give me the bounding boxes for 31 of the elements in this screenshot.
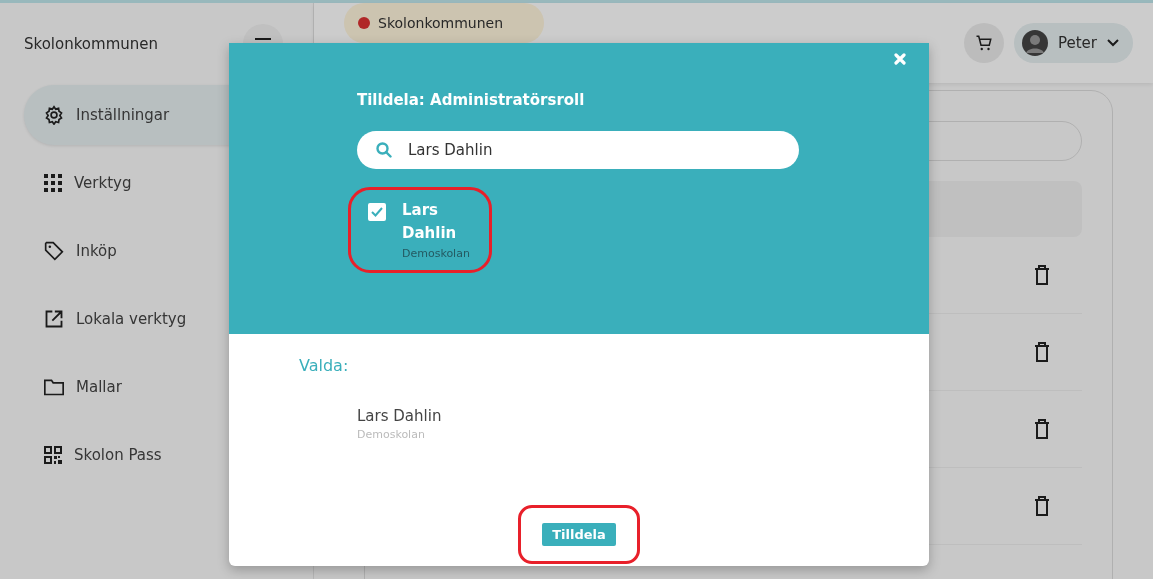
search-field[interactable]: Lars Dahlin (357, 131, 799, 169)
dialog-title: Tilldela: Administratörsroll (357, 91, 585, 109)
sidebar-item[interactable]: Skolon Pass (24, 425, 283, 485)
cart-icon (974, 34, 993, 52)
trash-icon[interactable] (1034, 265, 1050, 285)
settings-icon (44, 105, 64, 125)
sidebar-item[interactable]: Mallar (24, 357, 283, 417)
organization-name: Skolonkommunen (24, 35, 158, 53)
avatar-icon (1021, 30, 1048, 56)
trash-icon[interactable] (1034, 419, 1050, 439)
folder-icon (44, 378, 64, 396)
user-menu[interactable]: Peter (1013, 23, 1133, 63)
user-name: Lars Dahlin (402, 200, 458, 244)
close-icon[interactable] (894, 53, 906, 65)
cart-button[interactable] (963, 23, 1004, 63)
organization-selector[interactable]: Skolonkommunen (344, 3, 544, 43)
external-link-icon (44, 309, 64, 329)
grid-icon (44, 174, 62, 192)
sidebar-item[interactable]: Verktyg (24, 153, 283, 213)
sidebar-item[interactable]: Lokala verktyg (24, 289, 283, 349)
trash-icon[interactable] (1034, 496, 1050, 516)
checkbox[interactable] (368, 203, 386, 221)
section-label: Valda: (299, 356, 350, 375)
user-name: Lars Dahlin (357, 407, 443, 425)
trash-icon[interactable] (1034, 342, 1050, 362)
tag-icon (44, 241, 64, 261)
chevron-down-icon (1107, 39, 1119, 47)
sidebar-item[interactable]: Inköp (24, 221, 283, 281)
qr-code-icon (44, 446, 62, 464)
school-name: Demoskolan (402, 247, 471, 260)
school-name: Demoskolan (357, 428, 426, 441)
